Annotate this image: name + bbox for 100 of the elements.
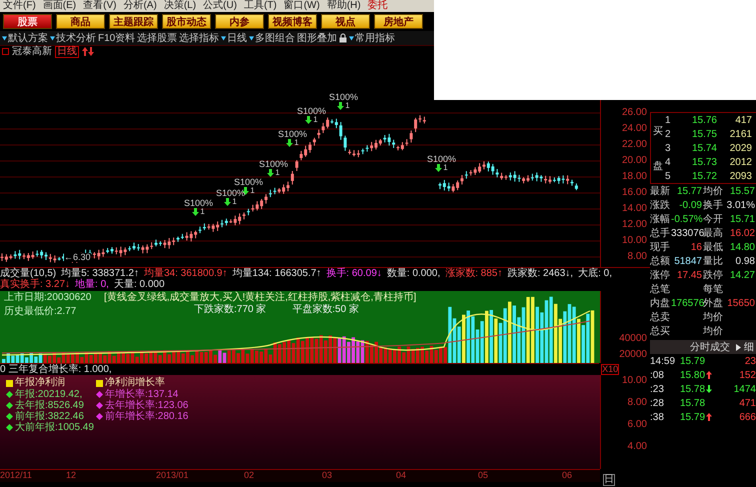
quote-value: 16 bbox=[690, 242, 703, 252]
down-arrow-icon bbox=[224, 198, 232, 206]
nav-button[interactable]: 内参 bbox=[215, 14, 264, 29]
toolbar-button[interactable]: 选择指标 bbox=[179, 31, 220, 45]
formula-text: 0 三年复合增长率: 1.000, bbox=[0, 363, 600, 375]
trade-time: :08 bbox=[650, 370, 665, 380]
bid-side-label: 买 bbox=[653, 124, 663, 138]
signal-label: S100% bbox=[259, 160, 288, 169]
menu-item[interactable]: 查看(V) bbox=[83, 0, 116, 12]
scale-label: X10 bbox=[601, 364, 620, 374]
square-icon bbox=[2, 48, 9, 55]
menu-item[interactable]: 工具(T) bbox=[244, 0, 277, 12]
quote-label: 最高 bbox=[703, 226, 724, 240]
down-arrow-icon bbox=[305, 116, 312, 124]
menu-item[interactable]: 画面(E) bbox=[42, 0, 76, 12]
signal-label: S100% bbox=[329, 93, 358, 102]
menu-item[interactable]: 决策(L) bbox=[164, 0, 196, 12]
toolbar-button[interactable]: 技术分析 bbox=[50, 31, 96, 45]
indicator-value: 天量: 0.000 bbox=[114, 279, 165, 290]
nav-button[interactable]: 股市动态 bbox=[162, 14, 211, 29]
quote-label: 总笔 bbox=[650, 282, 671, 296]
quote-value: 15.57 bbox=[728, 186, 756, 196]
trades-title: 分时成交 bbox=[690, 340, 730, 354]
quote-label: 均价 bbox=[703, 325, 724, 338]
menu-item[interactable]: 公式(U) bbox=[203, 0, 237, 12]
nav-button[interactable]: 视点 bbox=[321, 14, 370, 29]
indicator-value: 换手: 60.09↓ bbox=[326, 268, 382, 279]
toolbar-button[interactable]: 常用指标 bbox=[349, 31, 396, 45]
down-arrow-icon bbox=[192, 208, 200, 216]
dropdown-arrow-icon bbox=[249, 34, 254, 42]
axis-label: 24.00 bbox=[622, 123, 647, 136]
bid-price: 15.74 bbox=[690, 142, 717, 154]
toolbar-button[interactable]: 选择股票 bbox=[137, 31, 178, 45]
nav-button[interactable]: 视频博客 bbox=[268, 14, 317, 29]
signal-count: 1 bbox=[313, 116, 318, 124]
quote-value: 17.45 bbox=[676, 270, 703, 280]
play-icon[interactable] bbox=[736, 344, 741, 350]
dropdown-arrow-icon bbox=[349, 34, 354, 42]
toolbar-button[interactable]: 默认方案 bbox=[2, 31, 48, 45]
dropdown-arrow-icon bbox=[221, 34, 226, 42]
nav-button[interactable]: 房地产 bbox=[374, 14, 423, 29]
quote-label: 今开 bbox=[703, 213, 724, 226]
toolbar-button[interactable]: 图形叠加 bbox=[297, 31, 338, 45]
period-label: 日线 bbox=[55, 46, 79, 58]
trade-time: 14:59 bbox=[650, 356, 676, 366]
signal-count: 1 bbox=[232, 198, 237, 206]
up-down-arrows-icon[interactable] bbox=[82, 47, 94, 56]
down-arrow-icon bbox=[267, 168, 274, 177]
date-label: 03 bbox=[322, 470, 334, 482]
bid-price: 15.76 bbox=[690, 114, 717, 126]
quote-value: 15650 bbox=[726, 298, 756, 308]
nav-button[interactable]: 主题跟踪 bbox=[109, 14, 158, 29]
lowest-price-text: 历史最低价:2.77 bbox=[4, 306, 78, 318]
bid-volume: 2029 bbox=[728, 142, 753, 154]
nav-button[interactable]: 股票 bbox=[3, 14, 52, 29]
signal-count: 1 bbox=[345, 102, 350, 110]
down-arrow-icon bbox=[286, 138, 294, 147]
quote-label: 量比 bbox=[703, 254, 724, 268]
signal-count: 1 bbox=[275, 168, 280, 177]
quote-value: 0.98 bbox=[734, 256, 756, 266]
bid-volume: 417 bbox=[734, 114, 753, 126]
toolbar-button[interactable]: 多图组合 bbox=[249, 31, 296, 45]
axis-label: 14.00 bbox=[622, 203, 647, 216]
signal-count: 1 bbox=[294, 138, 299, 147]
trade-time: :23 bbox=[650, 384, 665, 394]
trade-price: 15.79 bbox=[680, 356, 706, 366]
axis-label: 26.00 bbox=[622, 107, 647, 120]
period-tab[interactable]: 日 bbox=[603, 474, 615, 486]
signal-label: S100% bbox=[278, 130, 308, 139]
up-arrow-icon bbox=[706, 371, 712, 379]
signal-count: 1 bbox=[443, 164, 448, 172]
bid-rank: 5 bbox=[665, 170, 672, 182]
signal-label: S100% bbox=[216, 188, 246, 198]
growth-rate-value: 年增长率:137.14 bbox=[105, 389, 178, 400]
signal-label: S100% bbox=[234, 178, 264, 187]
down-arrow-icon bbox=[706, 385, 712, 393]
indicator-value: 真实换手: 3.27↓ bbox=[0, 279, 70, 290]
menu-item[interactable]: 分析(A) bbox=[123, 0, 157, 12]
quote-label: 总买 bbox=[650, 324, 671, 338]
bid-rank: 3 bbox=[665, 142, 672, 154]
quote-value: 16.02 bbox=[728, 228, 756, 238]
trade-volume: 23 bbox=[744, 356, 756, 366]
trade-volume: 471 bbox=[738, 398, 756, 408]
bid-price: 15.75 bbox=[690, 128, 717, 140]
trade-price: 15.80 bbox=[680, 370, 706, 380]
listing-date-text: 上市日期:20030620 bbox=[4, 292, 92, 304]
axis-label: 8.00 bbox=[628, 397, 647, 410]
indicator-value: 地量: 0, bbox=[75, 279, 109, 290]
toolbar-button[interactable]: 日线 bbox=[221, 31, 248, 45]
bid-volume: 2012 bbox=[728, 156, 753, 168]
detail-button[interactable]: 细 bbox=[744, 340, 754, 354]
indicator-value: 跌家数: 2463↓, bbox=[508, 268, 574, 279]
signal-label: S100% bbox=[184, 198, 214, 208]
nav-button[interactable]: 商品 bbox=[56, 14, 105, 29]
toolbar-button[interactable]: F10资料 bbox=[98, 31, 136, 45]
lock-icon[interactable] bbox=[339, 33, 348, 43]
date-label: 2013/01 bbox=[156, 470, 190, 482]
menu-item[interactable]: 帮助(H) bbox=[326, 0, 361, 12]
bid-volume: 2161 bbox=[728, 128, 753, 140]
axis-label: 18.00 bbox=[622, 171, 647, 184]
